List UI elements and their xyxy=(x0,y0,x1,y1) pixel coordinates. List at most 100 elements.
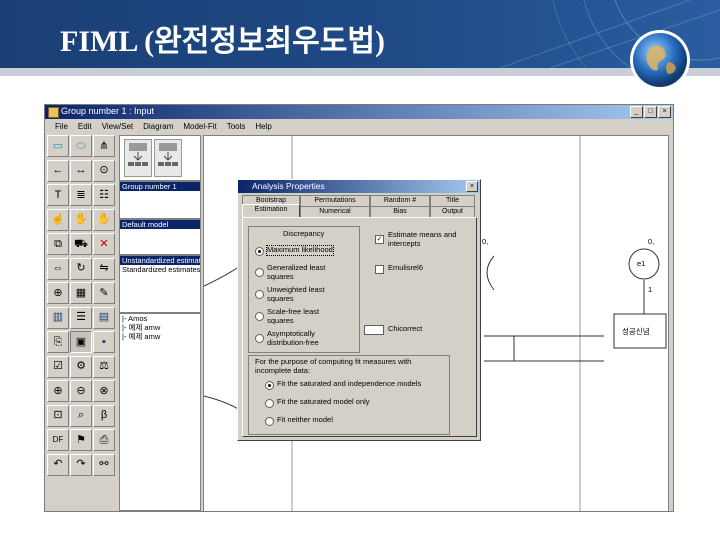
maximize-button[interactable]: □ xyxy=(644,106,657,118)
fit-page-icon[interactable]: ⊡ xyxy=(47,404,69,427)
fit-saturated-radio[interactable] xyxy=(265,399,274,408)
menu-edit[interactable]: Edit xyxy=(78,120,92,133)
menu-file[interactable]: File xyxy=(55,120,68,133)
reflect-icon[interactable]: ⇋ xyxy=(93,257,115,280)
dialog-title: Analysis Properties xyxy=(252,181,325,191)
zoom-page-icon[interactable]: ⊗ xyxy=(93,380,115,402)
object-properties-icon[interactable]: ☑ xyxy=(47,355,69,378)
menu-tools[interactable]: Tools xyxy=(227,120,246,133)
ellipse-icon[interactable]: ⬭ xyxy=(70,135,92,157)
dialog-close-button[interactable]: × xyxy=(466,181,478,192)
node-name-label: e1 xyxy=(637,259,646,268)
path-diagram-thumbnails xyxy=(119,135,201,181)
single-arrow-icon[interactable]: ← xyxy=(47,159,69,182)
header-underline xyxy=(0,68,720,76)
menu-view[interactable]: View/Set xyxy=(102,120,133,133)
input-diagram-thumbnail[interactable] xyxy=(124,139,152,177)
error-term-icon[interactable]: ⊙ xyxy=(93,159,115,182)
amos-window: Group number 1 : Input _ □ × File Edit V… xyxy=(44,104,674,512)
sls-radio[interactable] xyxy=(255,312,264,321)
close-button[interactable]: × xyxy=(658,106,671,118)
calculate-icon[interactable]: ▤ xyxy=(93,306,115,329)
uls-radio[interactable] xyxy=(255,290,264,299)
multiple-group-icon[interactable]: ⚑ xyxy=(70,429,92,451)
ml-radio[interactable] xyxy=(255,247,264,256)
model-item[interactable]: Default model xyxy=(120,220,200,229)
zoom-in-icon[interactable]: ⊕ xyxy=(47,380,69,402)
move-icon[interactable]: ⛟ xyxy=(70,233,92,255)
chicorrect-label: Chicorrect xyxy=(388,324,423,333)
adf-label[interactable]: Asymptotically distribution-free xyxy=(267,329,351,347)
emulisrel-checkbox[interactable] xyxy=(375,265,384,274)
analysis-properties-icon[interactable]: ☰ xyxy=(70,306,92,329)
undo-icon[interactable]: ↶ xyxy=(47,453,69,476)
output-diagram-thumbnail[interactable] xyxy=(154,139,182,177)
save-icon[interactable]: ▪ xyxy=(93,331,115,353)
specification-search-icon[interactable]: ⚯ xyxy=(93,453,115,476)
latent-indicator-icon[interactable]: ⋔ xyxy=(93,135,115,157)
menu-model-fit[interactable]: Model-Fit xyxy=(183,120,216,133)
window-title: Group number 1 : Input xyxy=(61,106,155,116)
app-icon xyxy=(48,107,59,118)
drag-properties-icon[interactable]: ⚙ xyxy=(70,355,92,378)
deselect-all-icon[interactable]: ✋ xyxy=(93,208,115,231)
sls-label[interactable]: Scale-free least squares xyxy=(267,307,347,325)
move-params-icon[interactable]: ⊕ xyxy=(47,282,69,304)
menu-help[interactable]: Help xyxy=(255,120,271,133)
rectangle-icon[interactable]: ▭ xyxy=(47,135,69,157)
model-list: Default model xyxy=(119,219,201,255)
list-data-icon[interactable]: ☷ xyxy=(93,184,115,206)
estimate-means-label[interactable]: Estimate means and intercepts xyxy=(388,230,472,248)
copy-icon[interactable]: ⎘ xyxy=(47,331,69,353)
estimation-tab-panel: Discrepancy Maximum likelihood Generaliz… xyxy=(242,217,477,437)
print-icon[interactable]: ⎙ xyxy=(93,429,115,451)
minimize-button[interactable]: _ xyxy=(630,106,643,118)
side-panel: Group number 1 Default model Unstandardi… xyxy=(119,135,201,511)
group-item[interactable]: Group number 1 xyxy=(120,182,200,191)
path-arrow xyxy=(486,255,495,291)
touch-up-icon[interactable]: ✎ xyxy=(93,282,115,304)
redo-icon[interactable]: ↷ xyxy=(70,453,92,476)
select-one-icon[interactable]: ☝ xyxy=(47,208,69,231)
title-icon[interactable]: T xyxy=(47,184,69,206)
zoom-out-icon[interactable]: ⊖ xyxy=(70,380,92,402)
unstandardized-item[interactable]: Unstandardized estimates xyxy=(120,256,200,265)
duplicate-icon[interactable]: ⧉ xyxy=(47,233,69,255)
rotate-icon[interactable]: ↻ xyxy=(70,257,92,280)
menu-diagram[interactable]: Diagram xyxy=(143,120,173,133)
double-arrow-icon[interactable]: ↔ xyxy=(70,159,92,182)
file-item[interactable]: |- Amos xyxy=(120,314,200,323)
view-text-icon[interactable]: ▣ xyxy=(70,331,92,353)
standardized-item[interactable]: Standardized estimates xyxy=(120,265,200,274)
menubar: File Edit View/Set Diagram Model-Fit Too… xyxy=(45,120,673,133)
chicorrect-input[interactable] xyxy=(364,325,384,335)
resize-icon[interactable]: ⇔ xyxy=(47,257,69,280)
emulisrel-label[interactable]: Emulisrel6 xyxy=(388,263,423,273)
fit-neither-radio[interactable] xyxy=(265,417,274,426)
fit-neither-label[interactable]: Fit neither model xyxy=(277,415,333,425)
incomplete-data-heading: For the purpose of computing fit measure… xyxy=(255,357,412,375)
uls-label[interactable]: Unweighted least squares xyxy=(267,285,347,303)
reposition-icon[interactable]: ▦ xyxy=(70,282,92,304)
bayesian-icon[interactable]: β xyxy=(93,404,115,427)
globe-icon xyxy=(630,30,690,90)
tab-estimation[interactable]: Estimation xyxy=(242,204,300,218)
select-all-icon[interactable]: ✋ xyxy=(70,208,92,231)
estimate-means-checkbox[interactable]: ✓ xyxy=(375,235,384,244)
gls-label[interactable]: Generalized least squares xyxy=(267,263,347,281)
erase-icon[interactable]: ✕ xyxy=(93,233,115,255)
adf-radio[interactable] xyxy=(255,334,264,343)
file-item[interactable]: |- 예제 amw xyxy=(120,332,200,341)
file-item[interactable]: |- 예제 amw xyxy=(120,323,200,332)
list-variables-icon[interactable]: ≣ xyxy=(70,184,92,206)
fit-saturated-label[interactable]: Fit the saturated model only xyxy=(277,397,370,407)
fit-both-label[interactable]: Fit the saturated and independence model… xyxy=(277,379,421,389)
loupe-icon[interactable]: ⌕ xyxy=(70,404,92,427)
fit-both-radio[interactable] xyxy=(265,381,274,390)
slide-title: FIML (완전정보최우도법) xyxy=(60,25,385,58)
preserve-symmetry-icon[interactable]: ⚖ xyxy=(93,355,115,378)
gls-radio[interactable] xyxy=(255,268,264,277)
df-icon[interactable]: DF xyxy=(47,429,69,451)
ml-label[interactable]: Maximum likelihood xyxy=(266,245,334,256)
data-file-icon[interactable]: ▥ xyxy=(47,306,69,329)
